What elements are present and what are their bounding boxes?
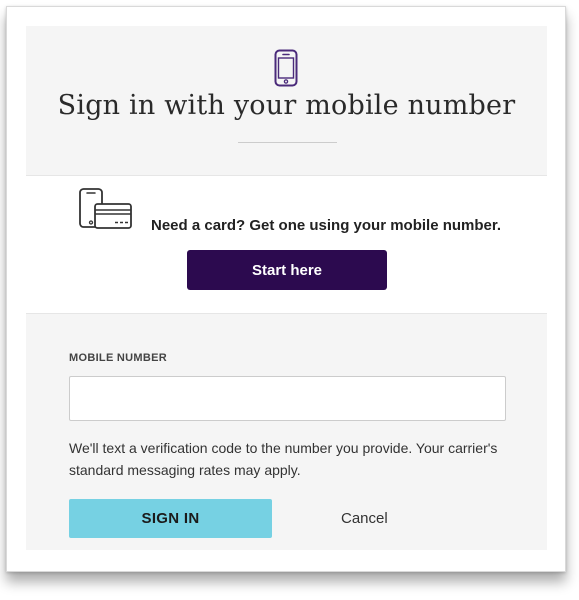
mobile-phone-icon [274, 49, 298, 87]
signin-panel: Sign in with your mobile number Need a c… [26, 26, 547, 550]
signin-form: MOBILE NUMBER We'll text a verification … [26, 313, 547, 550]
dialog-frame: Sign in with your mobile number Need a c… [6, 6, 566, 572]
title-divider [238, 142, 337, 143]
get-card-text: Need a card? Get one using your mobile n… [151, 217, 502, 234]
header-section: Sign in with your mobile number [26, 26, 547, 176]
sign-in-button[interactable]: SIGN IN [69, 499, 272, 538]
phone-and-card-icon [79, 188, 132, 229]
get-card-section: Need a card? Get one using your mobile n… [26, 177, 547, 313]
mobile-number-label: MOBILE NUMBER [69, 352, 168, 364]
mobile-number-input[interactable] [69, 376, 506, 421]
cancel-link[interactable]: Cancel [341, 510, 388, 527]
sms-disclaimer: We'll text a verification code to the nu… [69, 440, 498, 478]
page-title: Sign in with your mobile number [57, 90, 516, 121]
start-here-button[interactable]: Start here [187, 250, 387, 290]
